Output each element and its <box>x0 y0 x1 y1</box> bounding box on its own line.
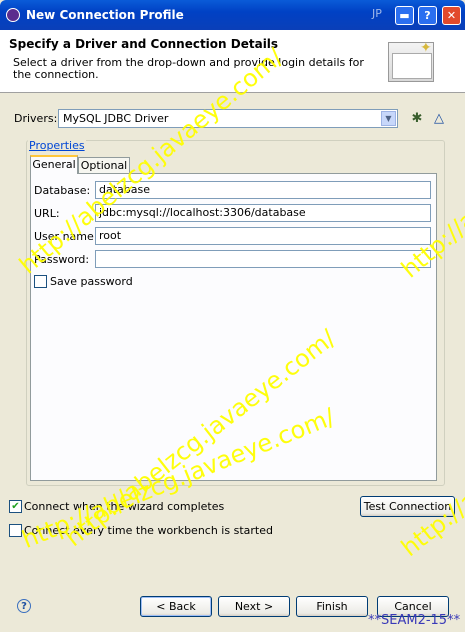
drivers-dropdown[interactable]: MySQL JDBC Driver ▼ <box>58 109 398 128</box>
wizard-banner: Specify a Driver and Connection Details … <box>0 30 465 93</box>
connect-when-complete-checkbox[interactable]: ✔ <box>9 500 22 513</box>
chevron-down-icon[interactable]: ▼ <box>381 111 396 126</box>
url-label: URL: <box>34 207 60 220</box>
user-name-label: User name: <box>34 230 98 243</box>
close-icon[interactable]: ✕ <box>442 6 461 25</box>
help-icon[interactable]: ? <box>17 599 31 613</box>
page-description: Select a driver from the drop-down and p… <box>13 56 364 81</box>
password-field[interactable] <box>95 250 431 268</box>
save-password-label: Save password <box>50 275 133 288</box>
minimize-icon[interactable]: ▬ <box>395 6 414 25</box>
next-button[interactable]: Next > <box>218 596 290 617</box>
new-driver-icon[interactable]: ✱ <box>408 110 426 128</box>
password-label: Password: <box>34 253 90 266</box>
app-icon[interactable] <box>6 8 20 22</box>
page-heading: Specify a Driver and Connection Details <box>9 37 279 51</box>
save-password-checkbox[interactable] <box>34 275 47 288</box>
language-indicator[interactable]: JP <box>372 7 382 20</box>
drivers-selected-value: MySQL JDBC Driver <box>63 112 169 125</box>
sparkle-icon: ✦ <box>420 40 432 56</box>
user-name-field[interactable]: root <box>95 227 431 245</box>
drivers-label: Drivers: <box>14 112 58 125</box>
window-title: New Connection Profile <box>26 8 184 22</box>
test-connection-button[interactable]: Test Connection <box>360 496 455 517</box>
edit-driver-icon[interactable]: △ <box>430 110 448 128</box>
database-field[interactable]: database <box>95 181 431 199</box>
back-button[interactable]: < Back <box>140 596 212 617</box>
connect-every-time-label: Connect every time the workbench is star… <box>24 524 273 537</box>
database-label: Database: <box>34 184 91 197</box>
connect-every-time-checkbox[interactable] <box>9 524 22 537</box>
maximize-icon[interactable]: ? <box>418 6 437 25</box>
connect-when-complete-label: Connect when the wizard completes <box>24 500 225 513</box>
title-bar: New Connection Profile JP ▬ ? ✕ <box>0 0 465 30</box>
url-field[interactable]: jdbc:mysql://localhost:3306/database <box>95 204 431 222</box>
tab-general[interactable]: General <box>30 155 78 174</box>
finish-button[interactable]: Finish <box>296 596 368 617</box>
properties-label: Properties <box>28 139 86 152</box>
footer-tag: **SEAM2-15** <box>368 613 461 628</box>
